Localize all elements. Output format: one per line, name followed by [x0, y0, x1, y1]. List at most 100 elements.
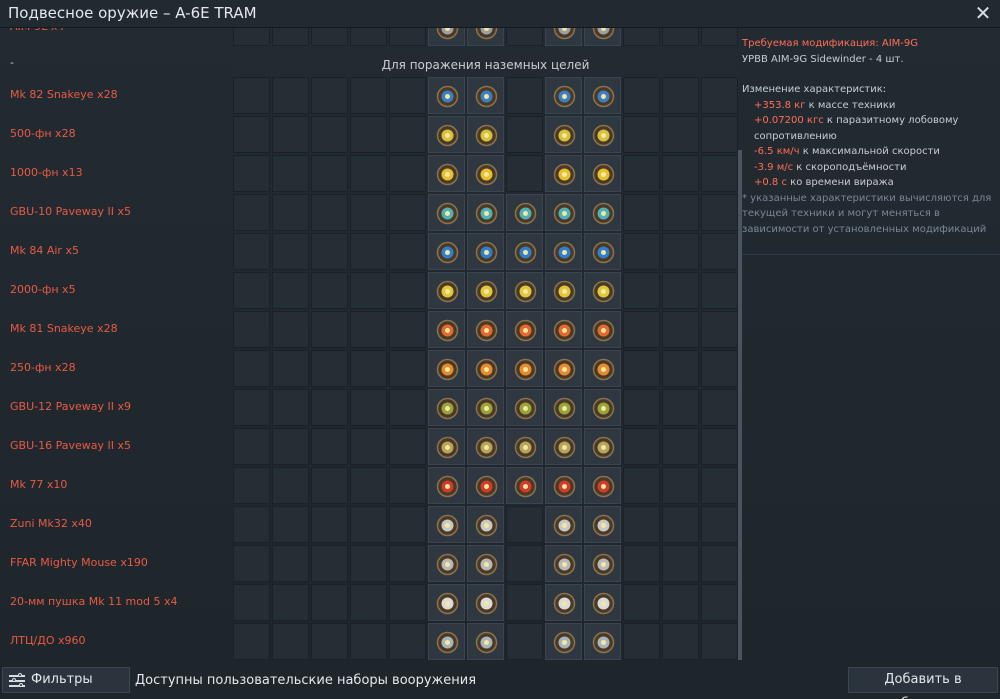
- weapon-slot[interactable]: [428, 233, 465, 270]
- weapon-slot[interactable]: [506, 389, 543, 426]
- weapon-slot[interactable]: [506, 350, 543, 387]
- weapon-slot[interactable]: [545, 311, 582, 348]
- weapon-slot[interactable]: [428, 350, 465, 387]
- empty-slot: [389, 272, 426, 309]
- weapon-slot[interactable]: [428, 272, 465, 309]
- weapon-slot[interactable]: [584, 506, 621, 543]
- empty-slot: [311, 467, 348, 504]
- weapon-slot[interactable]: [467, 272, 504, 309]
- weapon-slot[interactable]: [467, 194, 504, 231]
- weapon-slot[interactable]: [467, 389, 504, 426]
- weapon-row[interactable]: GBU-12 Paveway II x9: [0, 388, 738, 427]
- weapon-slot[interactable]: [467, 77, 504, 114]
- weapon-slot[interactable]: [545, 272, 582, 309]
- weapon-slot[interactable]: [545, 389, 582, 426]
- weapon-slot[interactable]: [467, 155, 504, 192]
- weapon-slot[interactable]: [584, 233, 621, 270]
- weapon-slot[interactable]: [428, 623, 465, 660]
- stat-change: -3.9 м/с к скороподъёмности: [742, 160, 994, 176]
- weapon-slot[interactable]: [428, 155, 465, 192]
- weapon-slot[interactable]: [506, 233, 543, 270]
- weapon-slot[interactable]: [428, 389, 465, 426]
- weapon-slot[interactable]: [545, 350, 582, 387]
- weapon-slot[interactable]: [428, 467, 465, 504]
- weapon-row[interactable]: 1000-фн x13: [0, 154, 738, 193]
- weapon-slot[interactable]: [584, 155, 621, 192]
- weapon-slot[interactable]: [506, 428, 543, 465]
- empty-loadout-row[interactable]: - Для поражения наземных целей: [0, 50, 738, 76]
- weapon-slot[interactable]: [545, 506, 582, 543]
- weapon-slot[interactable]: [584, 350, 621, 387]
- weapon-row[interactable]: ЛТЦ/ДО x960: [0, 622, 738, 660]
- filters-button[interactable]: Фильтры: [2, 667, 130, 693]
- bomb-medium-yellow-icon: [434, 161, 461, 188]
- weapon-slot[interactable]: [584, 116, 621, 153]
- weapon-slot[interactable]: [545, 155, 582, 192]
- row-label: ЛТЦ/ДО x960: [10, 634, 86, 647]
- weapon-slot[interactable]: [428, 28, 465, 46]
- weapon-slot[interactable]: [467, 233, 504, 270]
- weapon-slot[interactable]: [545, 116, 582, 153]
- add-favorites-button[interactable]: Добавить в избранные: [848, 667, 998, 699]
- weapon-slot[interactable]: [545, 428, 582, 465]
- weapon-slot[interactable]: [584, 194, 621, 231]
- weapon-row[interactable]: Mk 82 Snakeye x28: [0, 76, 738, 115]
- weapon-slot[interactable]: [467, 116, 504, 153]
- weapon-slot[interactable]: [467, 584, 504, 621]
- weapon-row[interactable]: 250-фн x28: [0, 349, 738, 388]
- weapon-slot[interactable]: [584, 467, 621, 504]
- weapon-row[interactable]: Mk 81 Snakeye x28: [0, 310, 738, 349]
- weapon-slot[interactable]: [506, 272, 543, 309]
- weapon-slot[interactable]: [584, 28, 621, 46]
- weapon-row[interactable]: 500-фн x28: [0, 115, 738, 154]
- weapon-slot[interactable]: [467, 506, 504, 543]
- weapon-slot[interactable]: [428, 584, 465, 621]
- weapon-slot[interactable]: [467, 28, 504, 46]
- weapon-slot[interactable]: [545, 584, 582, 621]
- weapon-slot[interactable]: [428, 77, 465, 114]
- weapon-slot[interactable]: [506, 467, 543, 504]
- weapon-slot[interactable]: [584, 623, 621, 660]
- weapon-slot[interactable]: [545, 77, 582, 114]
- weapon-row[interactable]: Zuni Mk32 x40: [0, 505, 738, 544]
- weapon-slot[interactable]: [584, 77, 621, 114]
- weapon-slot[interactable]: [467, 428, 504, 465]
- weapon-slot[interactable]: [428, 545, 465, 582]
- weapon-row[interactable]: Mk 84 Air x5: [0, 232, 738, 271]
- weapon-slot[interactable]: [545, 545, 582, 582]
- weapon-slot[interactable]: [545, 194, 582, 231]
- weapon-row[interactable]: 20-мм пушка Mk 11 mod 5 x4: [0, 583, 738, 622]
- weapon-slot[interactable]: [467, 623, 504, 660]
- weapon-slot[interactable]: [506, 311, 543, 348]
- weapon-slot[interactable]: [428, 194, 465, 231]
- weapon-slot[interactable]: [584, 311, 621, 348]
- weapon-slot[interactable]: [584, 584, 621, 621]
- bomb-large-blue-icon: [512, 239, 539, 266]
- weapon-slot[interactable]: [584, 272, 621, 309]
- weapon-slot[interactable]: [545, 233, 582, 270]
- weapon-slot[interactable]: [545, 467, 582, 504]
- weapon-row[interactable]: FFAR Mighty Mouse x190: [0, 544, 738, 583]
- weapon-slot[interactable]: [467, 311, 504, 348]
- weapon-slot[interactable]: [428, 428, 465, 465]
- weapon-slot[interactable]: [428, 311, 465, 348]
- weapon-slot[interactable]: [506, 194, 543, 231]
- weapon-row[interactable]: GBU-16 Paveway II x5: [0, 427, 738, 466]
- weapon-row[interactable]: 2000-фн x5: [0, 271, 738, 310]
- weapon-slot[interactable]: [428, 116, 465, 153]
- empty-slot: [350, 272, 387, 309]
- weapon-slot[interactable]: [428, 506, 465, 543]
- weapon-slot[interactable]: [467, 545, 504, 582]
- weapon-slot[interactable]: [584, 545, 621, 582]
- weapon-row[interactable]: Mk 77 x10: [0, 466, 738, 505]
- weapon-row-partial[interactable]: AIM-9L x4: [0, 28, 738, 47]
- weapon-slot[interactable]: [467, 350, 504, 387]
- bomb-medium-yellow-icon: [473, 161, 500, 188]
- weapon-slot[interactable]: [467, 467, 504, 504]
- close-icon[interactable]: ✕: [972, 2, 994, 24]
- weapon-slot[interactable]: [584, 389, 621, 426]
- weapon-slot[interactable]: [584, 428, 621, 465]
- weapon-slot[interactable]: [545, 28, 582, 46]
- weapon-row[interactable]: GBU-10 Paveway II x5: [0, 193, 738, 232]
- weapon-slot[interactable]: [545, 623, 582, 660]
